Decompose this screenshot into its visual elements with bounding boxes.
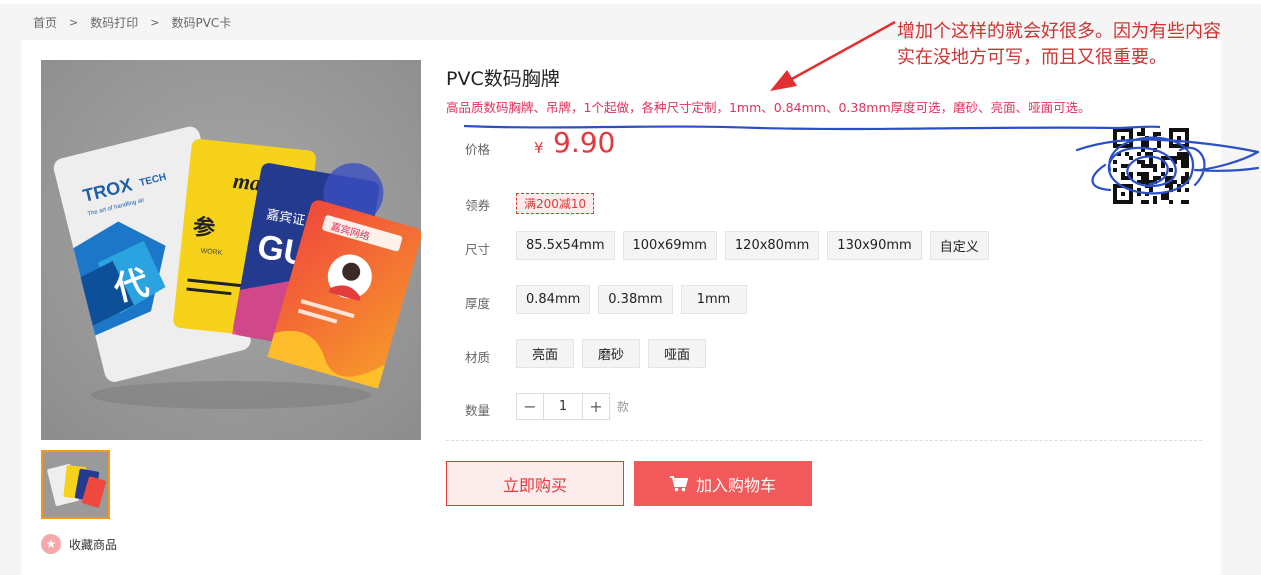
breadcrumb-pvc-card[interactable]: 数码PVC卡 bbox=[171, 14, 231, 31]
add-to-cart-button[interactable]: 加入购物车 bbox=[634, 461, 812, 506]
quantity-label: 数量 bbox=[465, 403, 491, 418]
product-cards-illustration: TROX TECH The art of handling air 代 ma 参… bbox=[41, 60, 421, 440]
coupon-tag[interactable]: 满200减10 bbox=[516, 193, 595, 214]
price-label: 价格 bbox=[465, 142, 491, 157]
material-option-frosted[interactable]: 磨砂 bbox=[582, 339, 640, 368]
quantity-input[interactable] bbox=[543, 394, 583, 419]
card2-text: 参 bbox=[192, 214, 217, 242]
size-option-100x69[interactable]: 100x69mm bbox=[622, 231, 717, 260]
minus-icon[interactable]: − bbox=[517, 394, 543, 419]
top-strip bbox=[0, 0, 1261, 4]
annotation-note: 增加个这样的就会好很多。因为有些内容 实在没地方可写，而且又很重要。 bbox=[897, 19, 1257, 71]
thickness-options: 0.84mm 0.38mm 1mm bbox=[516, 285, 747, 314]
thickness-label: 厚度 bbox=[465, 296, 491, 311]
qr-code-image bbox=[1113, 128, 1189, 204]
breadcrumb-separator: > bbox=[69, 16, 79, 29]
size-label: 尺寸 bbox=[465, 242, 491, 257]
breadcrumb-digital-print[interactable]: 数码打印 bbox=[90, 14, 138, 31]
thickness-option-084[interactable]: 0.84mm bbox=[516, 285, 591, 314]
currency-symbol: ¥ bbox=[534, 139, 544, 157]
star-icon: ★ bbox=[41, 534, 61, 554]
breadcrumb-home[interactable]: 首页 bbox=[33, 14, 57, 31]
favorite-label: 收藏商品 bbox=[69, 537, 118, 552]
cart-icon bbox=[669, 475, 688, 491]
divider bbox=[446, 440, 1202, 441]
size-options: 85.5x54mm 100x69mm 120x80mm 130x90mm 自定义 bbox=[516, 231, 989, 260]
annotation-line-1: 增加个这样的就会好很多。因为有些内容 bbox=[897, 21, 1221, 42]
thumbnail-image bbox=[43, 452, 108, 517]
thickness-option-038[interactable]: 0.38mm bbox=[598, 285, 673, 314]
plus-icon[interactable]: + bbox=[583, 394, 609, 419]
material-option-glossy[interactable]: 亮面 bbox=[516, 339, 574, 368]
thickness-option-1mm[interactable]: 1mm bbox=[680, 285, 747, 314]
breadcrumb-separator: > bbox=[150, 16, 160, 29]
add-to-cart-label: 加入购物车 bbox=[695, 475, 776, 495]
quantity-unit: 款 bbox=[617, 400, 630, 414]
coupon-label: 领券 bbox=[465, 198, 491, 213]
breadcrumb: 首页 > 数码打印 > 数码PVC卡 bbox=[33, 14, 231, 31]
price-value: 9.90 bbox=[553, 126, 616, 159]
size-option-120x80[interactable]: 120x80mm bbox=[724, 231, 820, 260]
product-title: PVC数码胸牌 bbox=[446, 68, 560, 90]
product-main-image: TROX TECH The art of handling air 代 ma 参… bbox=[41, 60, 421, 440]
product-thumbnail[interactable] bbox=[41, 450, 110, 519]
size-option-130x90[interactable]: 130x90mm bbox=[827, 231, 922, 260]
size-option-custom[interactable]: 自定义 bbox=[929, 231, 989, 260]
favorite-button[interactable]: ★ 收藏商品 bbox=[41, 534, 117, 554]
size-option-85x54[interactable]: 85.5x54mm bbox=[516, 231, 615, 260]
product-subtitle: 高品质数码胸牌、吊牌，1个起做，各种尺寸定制，1mm、0.84mm、0.38mm… bbox=[446, 100, 1091, 115]
material-option-matte[interactable]: 哑面 bbox=[648, 339, 706, 368]
material-options: 亮面 磨砂 哑面 bbox=[516, 339, 706, 368]
buy-now-button[interactable]: 立即购买 bbox=[446, 461, 624, 506]
annotation-line-2: 实在没地方可写，而且又很重要。 bbox=[897, 47, 1167, 68]
quantity-stepper: − + bbox=[516, 393, 610, 420]
material-label: 材质 bbox=[465, 350, 491, 365]
qr-code bbox=[1113, 128, 1189, 204]
